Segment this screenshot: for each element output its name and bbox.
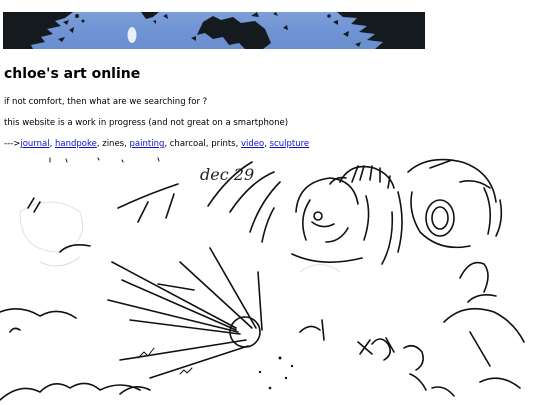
- hills-left: [0, 308, 151, 401]
- upper-strokes: [117, 161, 281, 243]
- section-nav: --->journal, handpoke, zines, painting, …: [4, 139, 309, 150]
- moon-shape: [127, 27, 137, 43]
- cross-marks: [357, 339, 373, 355]
- nav-text-charcoal-prints: , charcoal, prints,: [164, 139, 241, 149]
- top-dash-marks: [49, 157, 160, 163]
- nav-link-handpoke[interactable]: handpoke: [55, 139, 97, 149]
- nav-link-sculpture[interactable]: sculpture: [270, 139, 310, 149]
- work-in-progress-notice: this website is a work in progress (and …: [4, 118, 289, 128]
- site-title: chloe's art online: [4, 66, 141, 82]
- nav-text-zines: , zines,: [96, 139, 130, 149]
- nav-link-painting[interactable]: painting: [130, 139, 165, 149]
- sketch-artwork: dec 29: [0, 152, 540, 405]
- figure-left: [291, 176, 363, 263]
- figure-middle-hair: [339, 165, 403, 265]
- tree-silhouette-middle: [141, 12, 288, 49]
- header-banner-image: [3, 12, 425, 49]
- tagline-text: if not comfort, then what are we searchi…: [4, 97, 208, 107]
- nav-link-journal[interactable]: journal: [20, 139, 49, 149]
- tree-silhouette-left: [3, 12, 85, 49]
- bird-marks: [137, 347, 193, 375]
- sun-rays: [59, 244, 263, 379]
- nav-arrow-prefix: --->: [4, 139, 21, 149]
- nav-link-video[interactable]: video: [241, 139, 264, 149]
- dot-marks: [258, 356, 294, 390]
- tree-silhouette-right: [327, 12, 425, 49]
- figure-right: [407, 158, 503, 249]
- lower-right-scribbles: [299, 261, 525, 397]
